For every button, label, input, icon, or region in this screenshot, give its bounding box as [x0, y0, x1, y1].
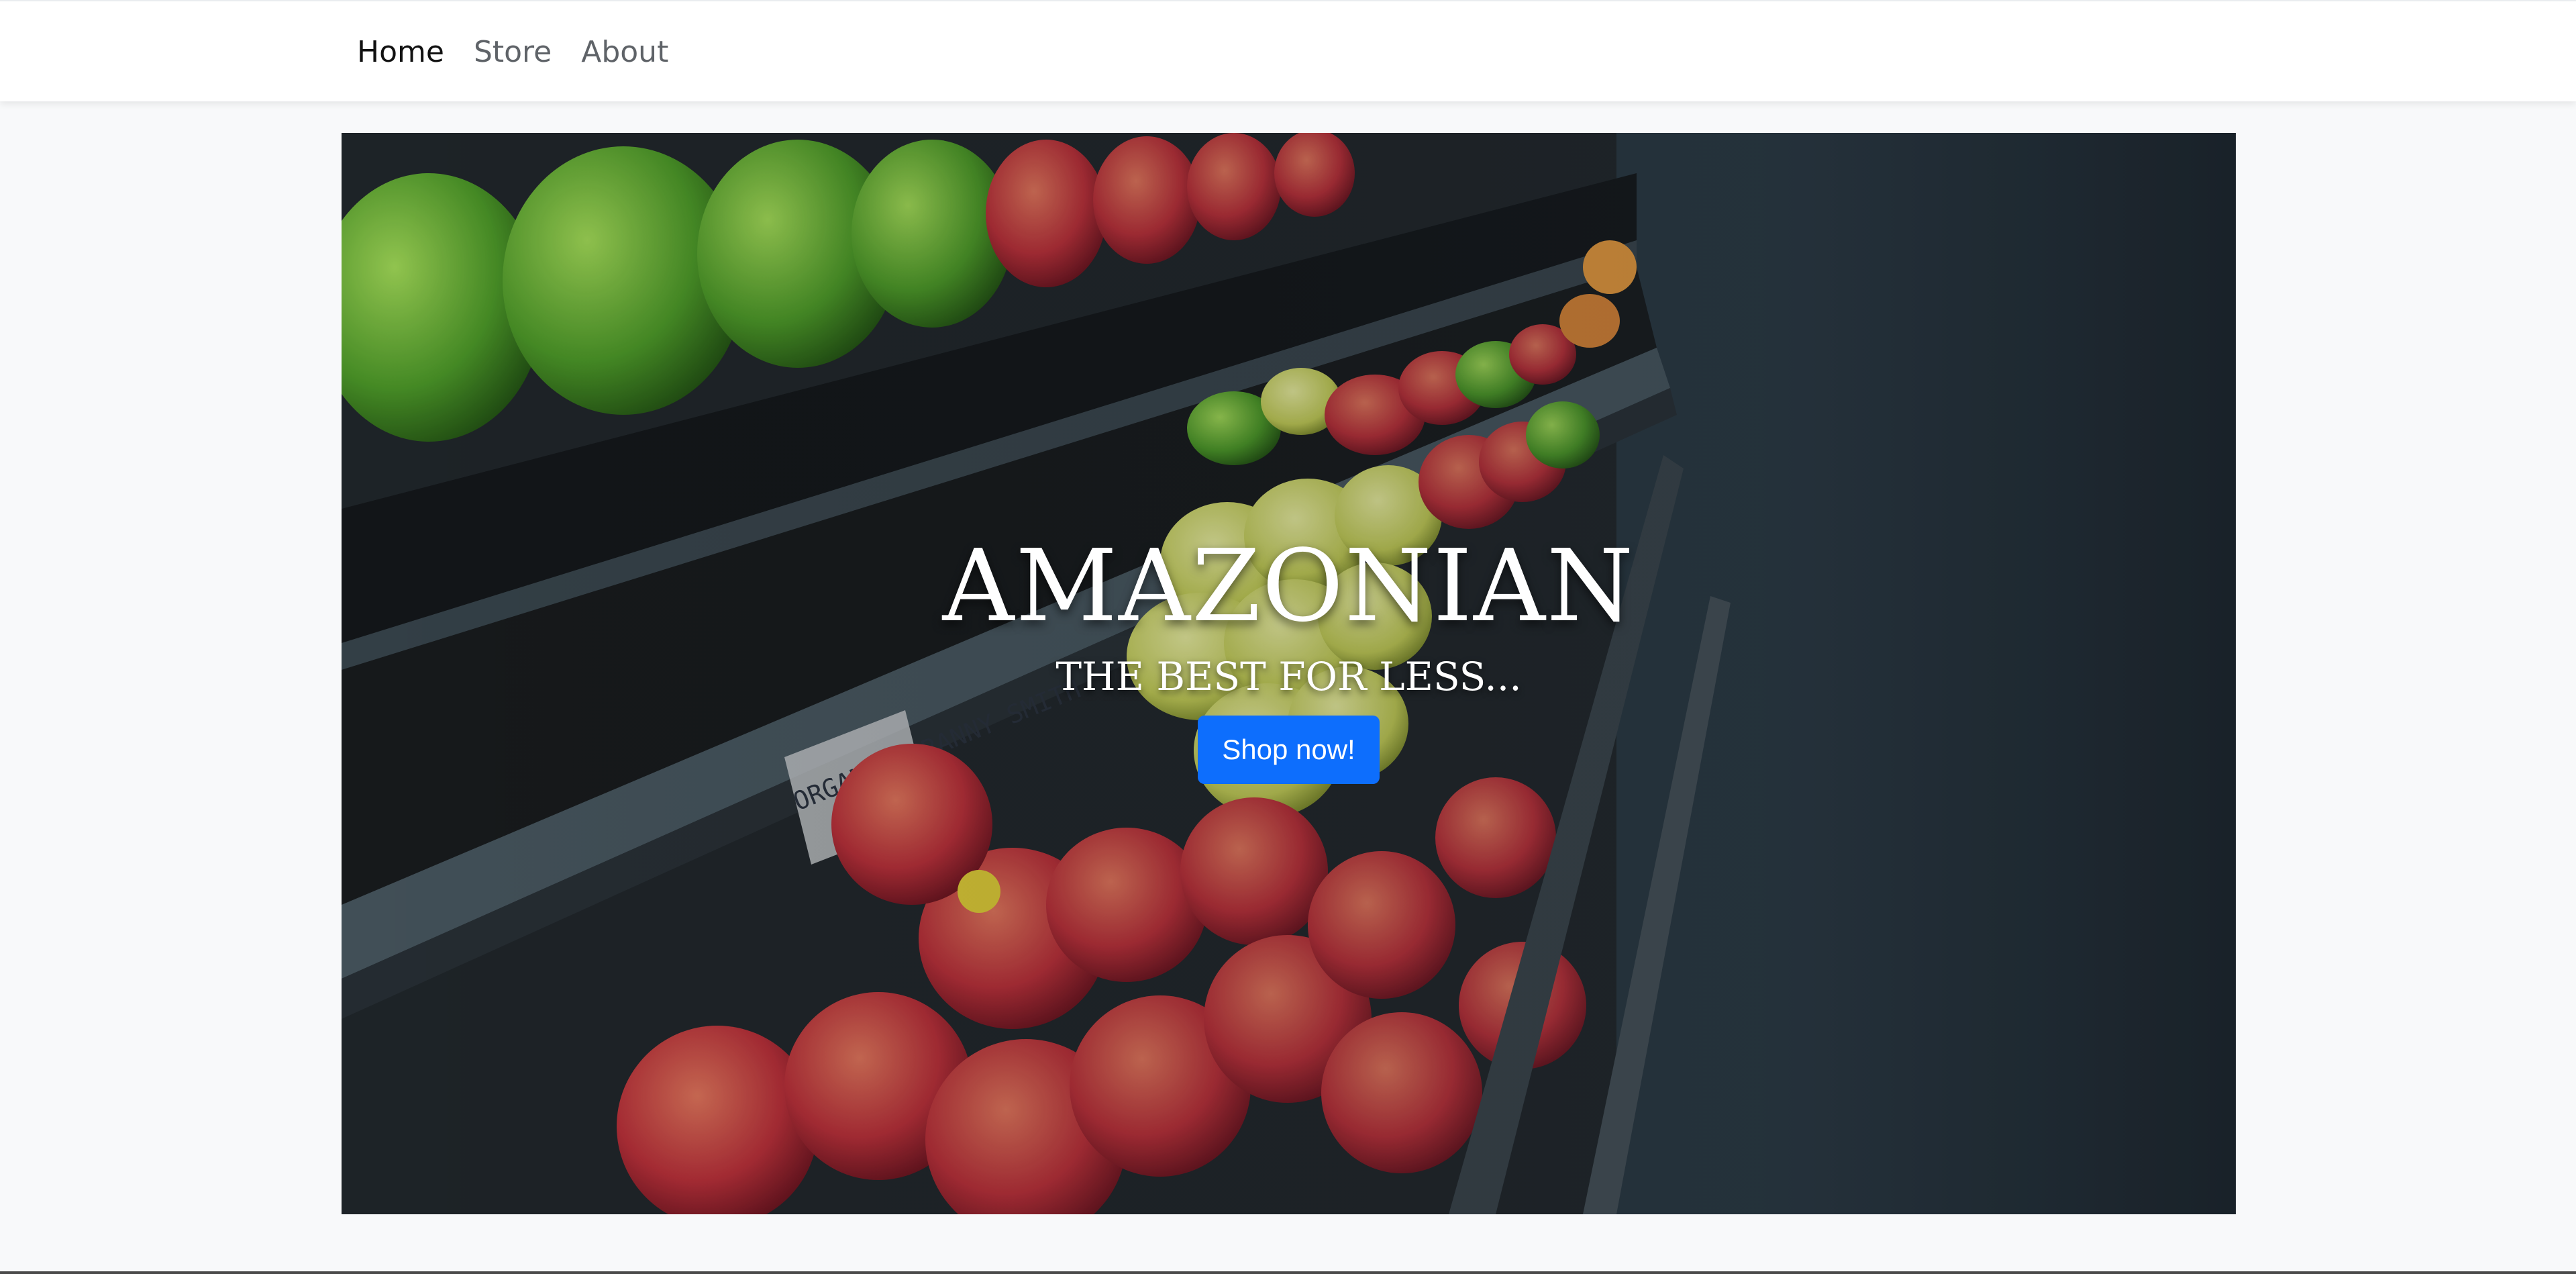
nav-home-link[interactable]: Home	[357, 32, 444, 72]
hero-tagline: THE BEST FOR LESS...	[1055, 654, 1522, 699]
shop-now-button[interactable]: Shop now!	[1198, 716, 1380, 784]
page-bottom-border	[0, 1271, 2576, 1274]
top-navbar: Home Store About	[0, 0, 2576, 101]
nav-about-link[interactable]: About	[581, 32, 668, 72]
nav-links: Home Store About	[357, 32, 668, 72]
hero-content: AMAZONIAN THE BEST FOR LESS... Shop now!	[342, 529, 2236, 784]
hero-title: AMAZONIAN	[942, 528, 1635, 644]
hero-banner: ORGANIC GRANNY SMITH	[342, 133, 2236, 1214]
nav-store-link[interactable]: Store	[474, 32, 552, 72]
